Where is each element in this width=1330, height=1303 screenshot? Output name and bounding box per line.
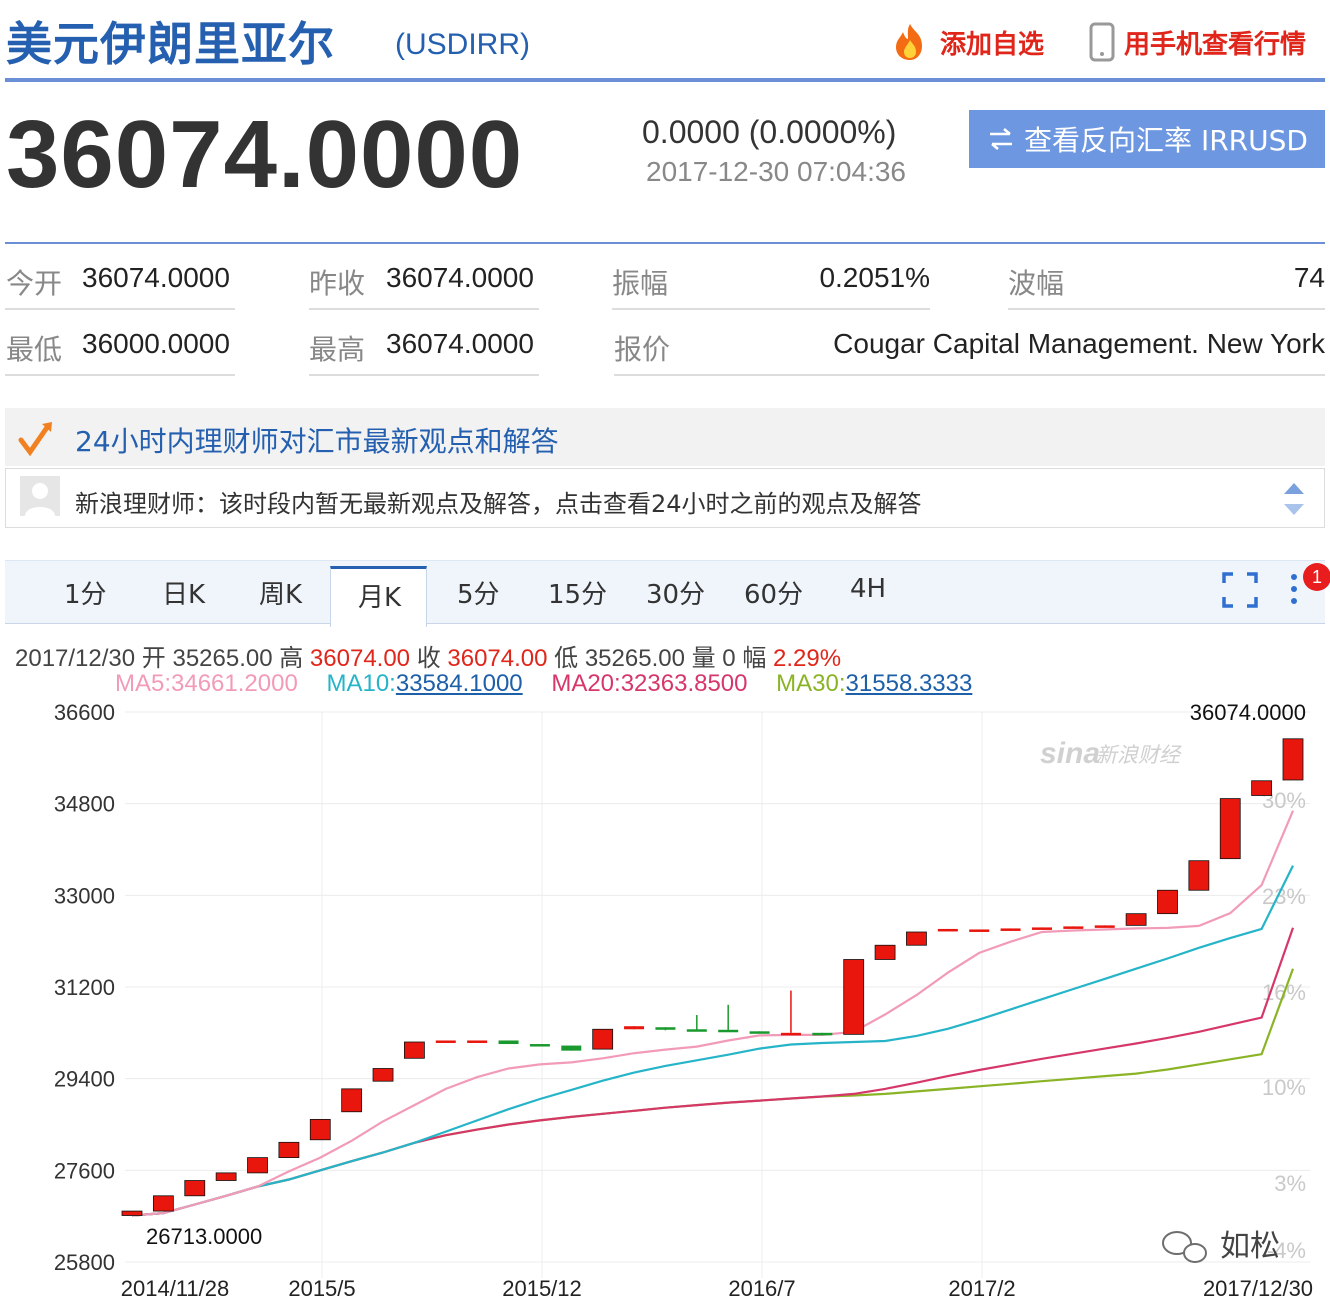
candle — [1000, 928, 1021, 931]
y-tick-label: 31200 — [54, 975, 115, 1000]
candle — [1251, 780, 1273, 796]
pct-tick-label: 23% — [1262, 884, 1306, 909]
candle — [121, 1210, 143, 1216]
candle — [686, 1029, 707, 1032]
candle — [655, 1027, 676, 1030]
candle — [404, 1041, 425, 1059]
candle — [718, 1029, 739, 1033]
candle — [498, 1040, 519, 1045]
candle — [749, 1031, 770, 1034]
pct-tick-label: 3% — [1274, 1171, 1306, 1196]
y-tick-label: 29400 — [54, 1067, 115, 1092]
y-tick-label: 34800 — [54, 792, 115, 817]
wechat-icon — [1162, 1231, 1207, 1263]
candle — [1094, 925, 1115, 928]
candle — [1157, 889, 1178, 915]
candle — [592, 1028, 614, 1050]
candle — [874, 944, 896, 960]
candle — [247, 1157, 268, 1174]
y-tick-label: 27600 — [54, 1158, 115, 1183]
x-tick-label: 2017/12/30 — [1203, 1276, 1313, 1301]
ma-line-ma30 — [131, 968, 1295, 1217]
candle — [624, 1026, 645, 1030]
x-tick-label: 2016/7 — [728, 1276, 795, 1301]
candle — [467, 1040, 488, 1043]
candle — [1031, 927, 1052, 930]
y-tick-label: 36600 — [54, 700, 115, 725]
candle — [184, 1180, 206, 1197]
min-label: 26713.0000 — [146, 1224, 262, 1249]
wechat-watermark: 如松 — [1220, 1229, 1280, 1264]
x-tick-label: 2015/5 — [288, 1276, 355, 1301]
candle — [341, 1088, 363, 1113]
candle — [1125, 913, 1147, 926]
sina-logo: sina — [1040, 737, 1100, 770]
candle — [843, 959, 865, 1035]
ma-line-ma20 — [131, 927, 1295, 1217]
candle — [435, 1040, 456, 1043]
candle — [1219, 798, 1241, 860]
max-label: 36074.0000 — [1190, 700, 1306, 725]
candle — [969, 929, 990, 932]
ma-line-ma5 — [131, 810, 1295, 1217]
x-tick-label: 2014/11/28 — [121, 1276, 229, 1301]
x-tick-label: 2017/2 — [948, 1276, 1015, 1301]
candle — [1188, 860, 1210, 891]
candle — [561, 1045, 582, 1051]
kline-chart[interactable]: 36600 34800 33000 31200 29400 27600 258002014/… — [0, 0, 1330, 1303]
candle — [812, 1032, 833, 1036]
candle — [152, 1195, 174, 1212]
candle — [1282, 738, 1304, 781]
candle — [529, 1044, 550, 1047]
x-tick-label: 2015/12 — [502, 1276, 582, 1301]
y-tick-label: 33000 — [54, 883, 115, 908]
candle — [1063, 926, 1084, 929]
y-tick-label: 25800 — [54, 1250, 115, 1275]
candle — [215, 1172, 237, 1181]
brand-watermark: 新浪财经 — [1096, 743, 1182, 767]
pct-tick-label: 10% — [1262, 1075, 1306, 1100]
candle — [278, 1141, 300, 1159]
candle — [309, 1119, 331, 1141]
candle — [372, 1068, 394, 1082]
candle — [937, 928, 958, 932]
candle — [780, 1032, 801, 1036]
candle — [906, 931, 927, 946]
